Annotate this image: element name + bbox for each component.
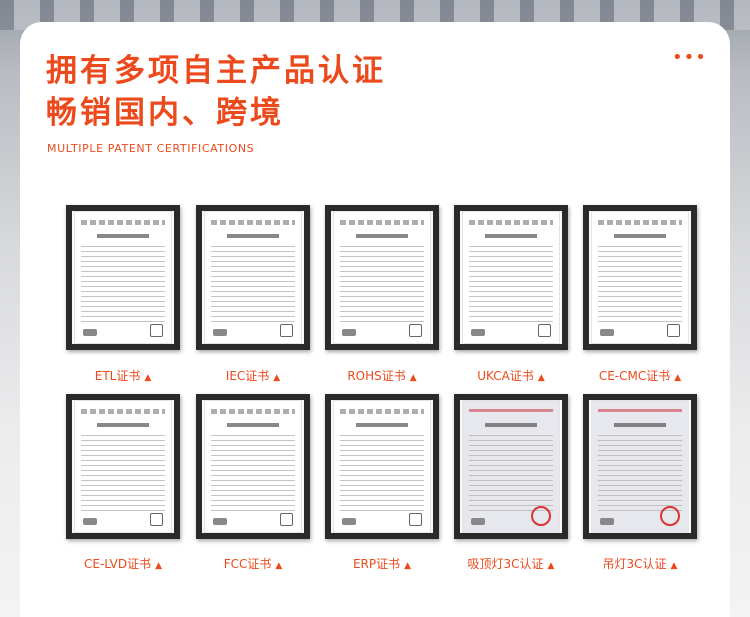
page-title: 拥有多项自主产品认证 (46, 53, 386, 89)
page-title-line2: 畅销国内、跨境 (46, 95, 284, 131)
caption-ccc-ceiling: 吸顶灯3C认证 ▲ (467, 557, 555, 571)
caption-ce-cmc: CE-CMC证书 ▲ (598, 369, 682, 383)
caption-ce-lvd: CE-LVD证书 ▲ (83, 557, 163, 571)
triangle-up-icon: ▲ (674, 373, 682, 383)
triangle-up-icon: ▲ (155, 561, 163, 571)
certificate-fcc (196, 394, 310, 539)
triangle-up-icon: ▲ (537, 373, 545, 383)
triangle-up-icon: ▲ (404, 561, 412, 571)
triangle-up-icon: ▲ (409, 373, 417, 383)
certificate-iec (196, 205, 310, 350)
triangle-up-icon: ▲ (273, 373, 281, 383)
page-subtitle: MULTIPLE PATENT CERTIFICATIONS (47, 142, 255, 155)
certificate-ukca (454, 205, 568, 350)
more-dots-icon: ••• (672, 47, 707, 68)
certificate-ccc-pendant (583, 394, 697, 539)
certificate-ce-cmc (583, 205, 697, 350)
caption-fcc: FCC证书 ▲ (223, 557, 283, 571)
caption-ukca: UKCA证书 ▲ (477, 369, 545, 383)
caption-rohs: ROHS证书 ▲ (347, 369, 417, 383)
triangle-up-icon: ▲ (144, 373, 152, 383)
triangle-up-icon: ▲ (670, 561, 678, 571)
certificate-ce-lvd (66, 394, 180, 539)
certificate-erp (325, 394, 439, 539)
content-card: 拥有多项自主产品认证 畅销国内、跨境 MULTIPLE PATENT CERTI… (20, 22, 730, 617)
certificate-etl (66, 205, 180, 350)
caption-etl: ETL证书 ▲ (94, 369, 152, 383)
certificate-ccc-ceiling (454, 394, 568, 539)
certificate-rohs (325, 205, 439, 350)
caption-ccc-pendant: 吊灯3C认证 ▲ (602, 557, 678, 571)
caption-iec: IEC证书 ▲ (225, 369, 281, 383)
caption-erp: ERP证书 ▲ (352, 557, 412, 571)
triangle-up-icon: ▲ (547, 561, 555, 571)
triangle-up-icon: ▲ (275, 561, 283, 571)
